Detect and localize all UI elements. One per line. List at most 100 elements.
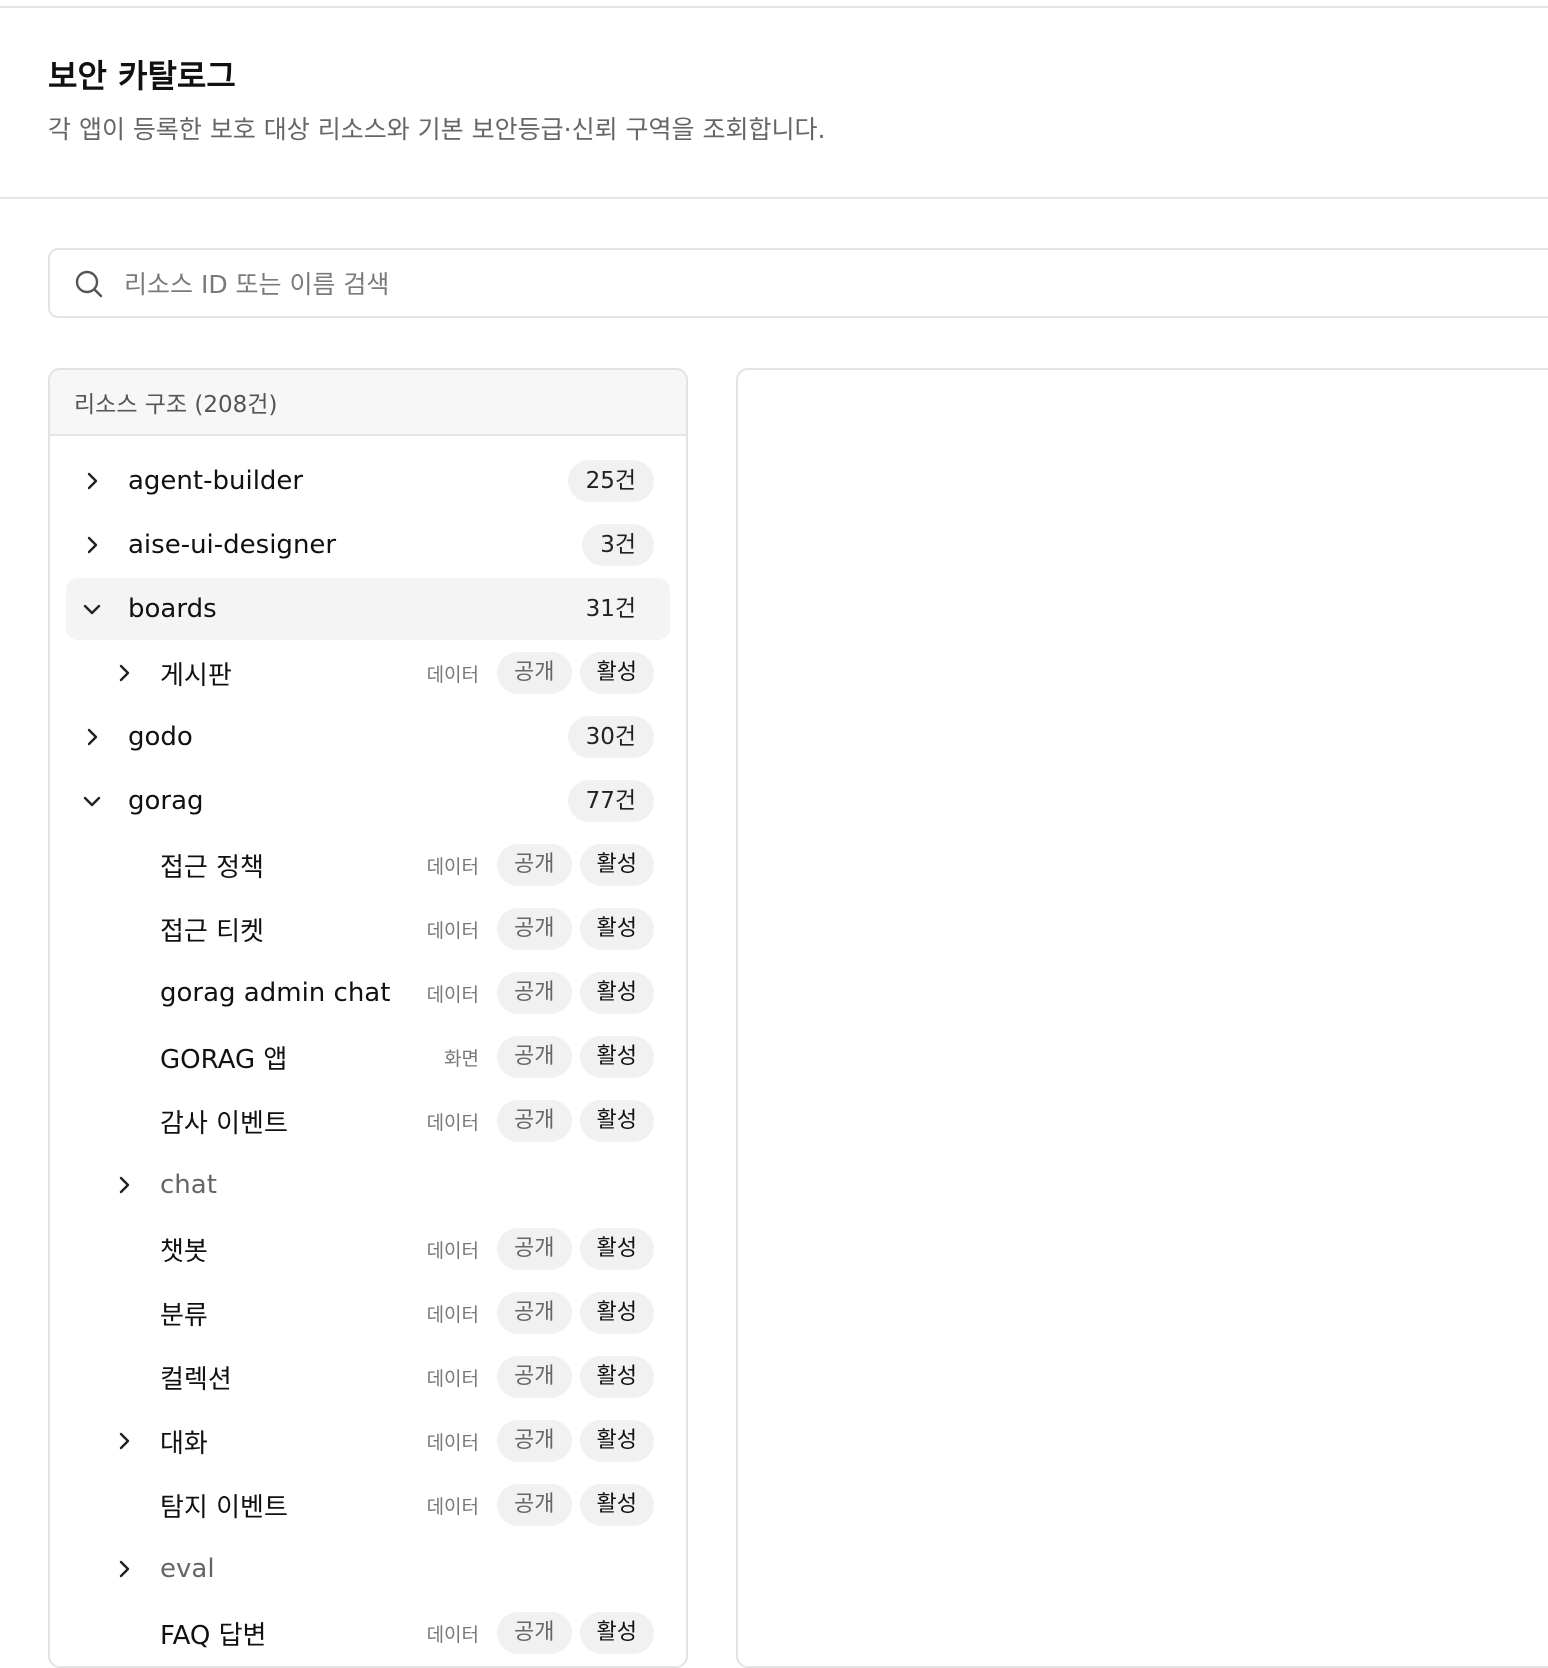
resource-type: 데이터	[426, 1239, 480, 1262]
visibility-badge: 공개	[497, 908, 572, 950]
resource-badges: 데이터 공개 활성	[427, 972, 654, 1014]
chevron-right-icon[interactable]	[80, 533, 104, 557]
count-badge: 77건	[567, 780, 654, 822]
tree-row-agent-builder[interactable]: agent-builder 25건	[66, 450, 670, 512]
tree-row-label: 게시판	[160, 660, 232, 691]
search-input[interactable]	[122, 260, 1326, 308]
tree-row-resource[interactable]: 접근 정책 데이터 공개 활성	[66, 834, 670, 896]
chevron-right-icon[interactable]	[112, 1429, 136, 1453]
chevron-right-icon[interactable]	[112, 661, 136, 685]
resource-badges: 데이터 공개 활성	[427, 1356, 654, 1398]
status-badge: 활성	[579, 844, 654, 886]
visibility-badge: 공개	[497, 652, 572, 694]
count-badge: 30건	[567, 716, 654, 758]
status-badge: 활성	[579, 1484, 654, 1526]
resource-badges: 데이터 공개 활성	[427, 1228, 654, 1270]
resource-type: 데이터	[426, 919, 480, 942]
tree-row-resource[interactable]: 대화 데이터 공개 활성	[66, 1410, 670, 1472]
resource-badges: 데이터 공개 활성	[427, 1612, 654, 1654]
tree-row-resource[interactable]: gorag admin chat 데이터 공개 활성	[66, 962, 670, 1024]
visibility-badge: 공개	[497, 1484, 572, 1526]
resource-type: 데이터	[426, 855, 480, 878]
tree-row-gorag[interactable]: gorag 77건	[66, 770, 670, 832]
resource-type: 데이터	[426, 663, 480, 686]
tree-row-group-chat[interactable]: chat	[66, 1154, 670, 1216]
tree-row-label: FAQ 답변	[160, 1620, 267, 1651]
visibility-badge: 공개	[497, 1228, 572, 1270]
search-bar[interactable]	[48, 248, 1548, 318]
chevron-right-icon[interactable]	[112, 1557, 136, 1581]
header-divider	[0, 197, 1548, 199]
tree-row-resource[interactable]: 분류 데이터 공개 활성	[66, 1282, 670, 1344]
resource-type: 데이터	[426, 1111, 480, 1134]
tree-row-label: boards	[128, 594, 217, 624]
tree-row-boards[interactable]: boards 31건	[66, 578, 670, 640]
visibility-badge: 공개	[497, 1356, 572, 1398]
tree-row-resource[interactable]: 접근 티켓 데이터 공개 활성	[66, 898, 670, 960]
page-header: 보안 카탈로그 각 앱이 등록한 보호 대상 리소스와 기본 보안등급·신뢰 구…	[48, 52, 825, 146]
chevron-right-icon[interactable]	[80, 469, 104, 493]
tree-list: agent-builder 25건 aise-ui-designer 3건 bo…	[50, 436, 686, 1664]
status-badge: 활성	[579, 1100, 654, 1142]
tree-row-resource[interactable]: 게시판 데이터 공개 활성	[66, 642, 670, 704]
resource-badges: 데이터 공개 활성	[427, 1100, 654, 1142]
tree-row-godo[interactable]: godo 30건	[66, 706, 670, 768]
resource-type: 데이터	[426, 1431, 480, 1454]
tree-header: 리소스 구조 (208건)	[50, 370, 686, 436]
resource-type: 데이터	[426, 983, 480, 1006]
status-badge: 활성	[579, 1420, 654, 1462]
status-badge: 활성	[579, 1228, 654, 1270]
visibility-badge: 공개	[497, 1100, 572, 1142]
status-badge: 활성	[579, 1292, 654, 1334]
tree-row-resource[interactable]: 감사 이벤트 데이터 공개 활성	[66, 1090, 670, 1152]
status-badge: 활성	[579, 1356, 654, 1398]
tree-row-label: eval	[160, 1554, 215, 1584]
tree-row-label: 접근 정책	[160, 852, 264, 883]
resource-detail-panel	[736, 368, 1548, 1668]
resource-type: 데이터	[426, 1367, 480, 1390]
tree-row-label: 대화	[160, 1428, 208, 1459]
page-subtitle: 각 앱이 등록한 보호 대상 리소스와 기본 보안등급·신뢰 구역을 조회합니다…	[48, 115, 826, 144]
resource-badges: 데이터 공개 활성	[427, 908, 654, 950]
tree-row-resource[interactable]: 챗봇 데이터 공개 활성	[66, 1218, 670, 1280]
resource-type: 화면	[444, 1047, 480, 1070]
tree-row-label: 분류	[160, 1300, 208, 1331]
tree-row-label: gorag	[128, 786, 204, 816]
tree-row-resource[interactable]: 탐지 이벤트 데이터 공개 활성	[66, 1474, 670, 1536]
tree-row-label: 감사 이벤트	[160, 1108, 288, 1139]
status-badge: 활성	[579, 1612, 654, 1654]
resource-type: 데이터	[426, 1303, 480, 1326]
tree-row-label: 컬렉션	[160, 1364, 232, 1395]
chevron-right-icon[interactable]	[112, 1173, 136, 1197]
tree-row-label: 접근 티켓	[160, 916, 264, 947]
resource-badges: 데이터 공개 활성	[427, 844, 654, 886]
visibility-badge: 공개	[497, 1036, 572, 1078]
resource-badges: 화면 공개 활성	[444, 1036, 654, 1078]
visibility-badge: 공개	[497, 1612, 572, 1654]
chevron-right-icon[interactable]	[80, 725, 104, 749]
visibility-badge: 공개	[497, 1420, 572, 1462]
resource-badges: 데이터 공개 활성	[427, 652, 654, 694]
visibility-badge: 공개	[497, 1292, 572, 1334]
tree-row-label: chat	[160, 1170, 217, 1200]
tree-row-resource[interactable]: 컬렉션 데이터 공개 활성	[66, 1346, 670, 1408]
chevron-down-icon[interactable]	[80, 789, 104, 813]
tree-row-label: aise-ui-designer	[128, 530, 337, 560]
status-badge: 활성	[579, 1036, 654, 1078]
tree-row-group-eval[interactable]: eval	[66, 1538, 670, 1600]
tree-row-label: GORAG 앱	[160, 1044, 288, 1075]
status-badge: 활성	[579, 652, 654, 694]
chevron-down-icon[interactable]	[80, 597, 104, 621]
count-badge: 25건	[567, 460, 654, 502]
tree-row-label: godo	[128, 722, 193, 752]
count-badge: 31건	[585, 596, 636, 622]
tree-row-resource[interactable]: FAQ 답변 데이터 공개 활성	[66, 1602, 670, 1664]
tree-row-label: 챗봇	[160, 1236, 208, 1267]
page-title: 보안 카탈로그	[48, 57, 236, 95]
tree-row-resource[interactable]: GORAG 앱 화면 공개 활성	[66, 1026, 670, 1088]
resource-tree-panel: 리소스 구조 (208건) agent-builder 25건 aise-ui-…	[48, 368, 688, 1668]
status-badge: 활성	[579, 908, 654, 950]
tree-row-aise-ui-designer[interactable]: aise-ui-designer 3건	[66, 514, 670, 576]
tree-row-label: gorag admin chat	[160, 978, 391, 1008]
resource-type: 데이터	[426, 1495, 480, 1518]
